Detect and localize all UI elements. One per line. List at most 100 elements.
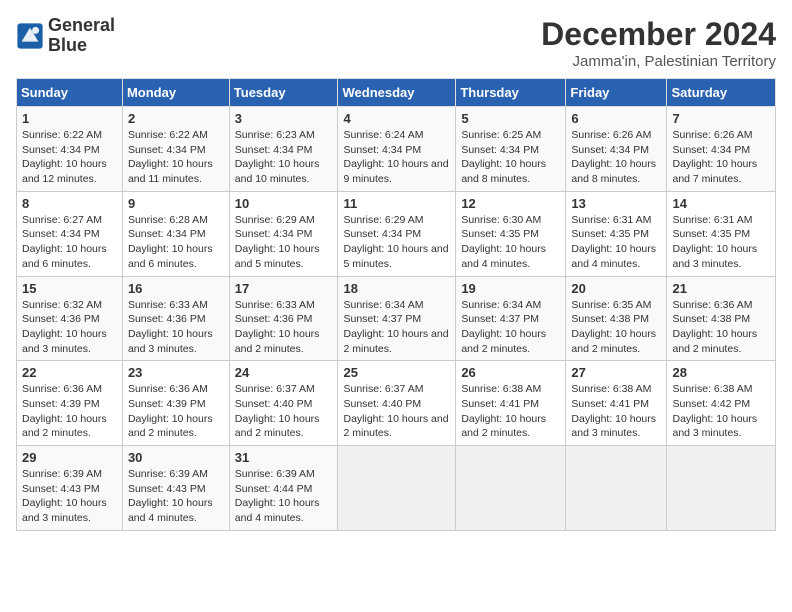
calendar-cell: 3 Sunrise: 6:23 AM Sunset: 4:34 PM Dayli… [229,107,338,192]
calendar-cell: 24 Sunrise: 6:37 AM Sunset: 4:40 PM Dayl… [229,361,338,446]
calendar-week-row: 8 Sunrise: 6:27 AM Sunset: 4:34 PM Dayli… [17,191,776,276]
day-number: 13 [571,196,661,211]
calendar-cell: 11 Sunrise: 6:29 AM Sunset: 4:34 PM Dayl… [338,191,456,276]
day-info: Sunrise: 6:37 AM Sunset: 4:40 PM Dayligh… [343,382,450,441]
day-info: Sunrise: 6:30 AM Sunset: 4:35 PM Dayligh… [461,213,560,272]
day-number: 6 [571,111,661,126]
day-number: 11 [343,196,450,211]
day-number: 10 [235,196,333,211]
day-info: Sunrise: 6:36 AM Sunset: 4:39 PM Dayligh… [128,382,224,441]
calendar-cell: 6 Sunrise: 6:26 AM Sunset: 4:34 PM Dayli… [566,107,667,192]
calendar-cell: 19 Sunrise: 6:34 AM Sunset: 4:37 PM Dayl… [456,276,566,361]
day-number: 22 [22,365,117,380]
day-info: Sunrise: 6:36 AM Sunset: 4:39 PM Dayligh… [22,382,117,441]
day-info: Sunrise: 6:23 AM Sunset: 4:34 PM Dayligh… [235,128,333,187]
day-info: Sunrise: 6:38 AM Sunset: 4:42 PM Dayligh… [672,382,770,441]
weekday-header: Monday [122,79,229,107]
calendar-cell: 4 Sunrise: 6:24 AM Sunset: 4:34 PM Dayli… [338,107,456,192]
day-info: Sunrise: 6:28 AM Sunset: 4:34 PM Dayligh… [128,213,224,272]
day-info: Sunrise: 6:39 AM Sunset: 4:43 PM Dayligh… [22,467,117,526]
calendar-cell: 5 Sunrise: 6:25 AM Sunset: 4:34 PM Dayli… [456,107,566,192]
calendar-cell: 28 Sunrise: 6:38 AM Sunset: 4:42 PM Dayl… [667,361,776,446]
weekday-header: Sunday [17,79,123,107]
day-number: 17 [235,281,333,296]
day-number: 16 [128,281,224,296]
day-number: 26 [461,365,560,380]
calendar-cell: 21 Sunrise: 6:36 AM Sunset: 4:38 PM Dayl… [667,276,776,361]
day-number: 28 [672,365,770,380]
calendar-cell: 7 Sunrise: 6:26 AM Sunset: 4:34 PM Dayli… [667,107,776,192]
weekday-header-row: SundayMondayTuesdayWednesdayThursdayFrid… [17,79,776,107]
day-info: Sunrise: 6:34 AM Sunset: 4:37 PM Dayligh… [461,298,560,357]
day-number: 3 [235,111,333,126]
day-info: Sunrise: 6:33 AM Sunset: 4:36 PM Dayligh… [128,298,224,357]
logo-text: General Blue [48,16,115,56]
weekday-header: Wednesday [338,79,456,107]
day-number: 7 [672,111,770,126]
page-header: General Blue December 2024 Jamma'in, Pal… [16,16,776,70]
day-info: Sunrise: 6:26 AM Sunset: 4:34 PM Dayligh… [672,128,770,187]
calendar-week-row: 15 Sunrise: 6:32 AM Sunset: 4:36 PM Dayl… [17,276,776,361]
day-info: Sunrise: 6:24 AM Sunset: 4:34 PM Dayligh… [343,128,450,187]
day-number: 14 [672,196,770,211]
calendar-cell: 14 Sunrise: 6:31 AM Sunset: 4:35 PM Dayl… [667,191,776,276]
calendar-cell: 2 Sunrise: 6:22 AM Sunset: 4:34 PM Dayli… [122,107,229,192]
day-info: Sunrise: 6:31 AM Sunset: 4:35 PM Dayligh… [571,213,661,272]
day-number: 9 [128,196,224,211]
calendar-cell: 27 Sunrise: 6:38 AM Sunset: 4:41 PM Dayl… [566,361,667,446]
calendar-week-row: 29 Sunrise: 6:39 AM Sunset: 4:43 PM Dayl… [17,446,776,531]
calendar-cell: 10 Sunrise: 6:29 AM Sunset: 4:34 PM Dayl… [229,191,338,276]
calendar-cell: 26 Sunrise: 6:38 AM Sunset: 4:41 PM Dayl… [456,361,566,446]
day-number: 29 [22,450,117,465]
day-number: 2 [128,111,224,126]
calendar-cell [667,446,776,531]
weekday-header: Saturday [667,79,776,107]
day-info: Sunrise: 6:31 AM Sunset: 4:35 PM Dayligh… [672,213,770,272]
calendar-cell: 17 Sunrise: 6:33 AM Sunset: 4:36 PM Dayl… [229,276,338,361]
calendar-cell: 9 Sunrise: 6:28 AM Sunset: 4:34 PM Dayli… [122,191,229,276]
day-number: 4 [343,111,450,126]
day-info: Sunrise: 6:32 AM Sunset: 4:36 PM Dayligh… [22,298,117,357]
day-number: 23 [128,365,224,380]
day-number: 8 [22,196,117,211]
day-info: Sunrise: 6:33 AM Sunset: 4:36 PM Dayligh… [235,298,333,357]
calendar-cell: 22 Sunrise: 6:36 AM Sunset: 4:39 PM Dayl… [17,361,123,446]
day-info: Sunrise: 6:37 AM Sunset: 4:40 PM Dayligh… [235,382,333,441]
weekday-header: Friday [566,79,667,107]
logo-icon [16,22,44,50]
calendar-cell: 15 Sunrise: 6:32 AM Sunset: 4:36 PM Dayl… [17,276,123,361]
day-number: 15 [22,281,117,296]
day-info: Sunrise: 6:22 AM Sunset: 4:34 PM Dayligh… [22,128,117,187]
day-info: Sunrise: 6:39 AM Sunset: 4:43 PM Dayligh… [128,467,224,526]
day-info: Sunrise: 6:36 AM Sunset: 4:38 PM Dayligh… [672,298,770,357]
day-number: 19 [461,281,560,296]
calendar-cell: 23 Sunrise: 6:36 AM Sunset: 4:39 PM Dayl… [122,361,229,446]
day-number: 30 [128,450,224,465]
day-info: Sunrise: 6:22 AM Sunset: 4:34 PM Dayligh… [128,128,224,187]
title-area: December 2024 Jamma'in, Palestinian Terr… [541,16,776,70]
weekday-header: Thursday [456,79,566,107]
calendar-week-row: 22 Sunrise: 6:36 AM Sunset: 4:39 PM Dayl… [17,361,776,446]
calendar-cell: 1 Sunrise: 6:22 AM Sunset: 4:34 PM Dayli… [17,107,123,192]
calendar-cell [456,446,566,531]
calendar-cell: 31 Sunrise: 6:39 AM Sunset: 4:44 PM Dayl… [229,446,338,531]
calendar-cell: 30 Sunrise: 6:39 AM Sunset: 4:43 PM Dayl… [122,446,229,531]
day-number: 5 [461,111,560,126]
day-info: Sunrise: 6:39 AM Sunset: 4:44 PM Dayligh… [235,467,333,526]
logo: General Blue [16,16,115,56]
day-info: Sunrise: 6:27 AM Sunset: 4:34 PM Dayligh… [22,213,117,272]
calendar-cell [338,446,456,531]
day-number: 18 [343,281,450,296]
day-info: Sunrise: 6:29 AM Sunset: 4:34 PM Dayligh… [235,213,333,272]
calendar-cell: 18 Sunrise: 6:34 AM Sunset: 4:37 PM Dayl… [338,276,456,361]
calendar-cell: 12 Sunrise: 6:30 AM Sunset: 4:35 PM Dayl… [456,191,566,276]
calendar-cell: 29 Sunrise: 6:39 AM Sunset: 4:43 PM Dayl… [17,446,123,531]
day-info: Sunrise: 6:38 AM Sunset: 4:41 PM Dayligh… [461,382,560,441]
weekday-header: Tuesday [229,79,338,107]
day-number: 24 [235,365,333,380]
day-number: 12 [461,196,560,211]
calendar-table: SundayMondayTuesdayWednesdayThursdayFrid… [16,78,776,531]
day-number: 31 [235,450,333,465]
day-info: Sunrise: 6:38 AM Sunset: 4:41 PM Dayligh… [571,382,661,441]
day-number: 1 [22,111,117,126]
